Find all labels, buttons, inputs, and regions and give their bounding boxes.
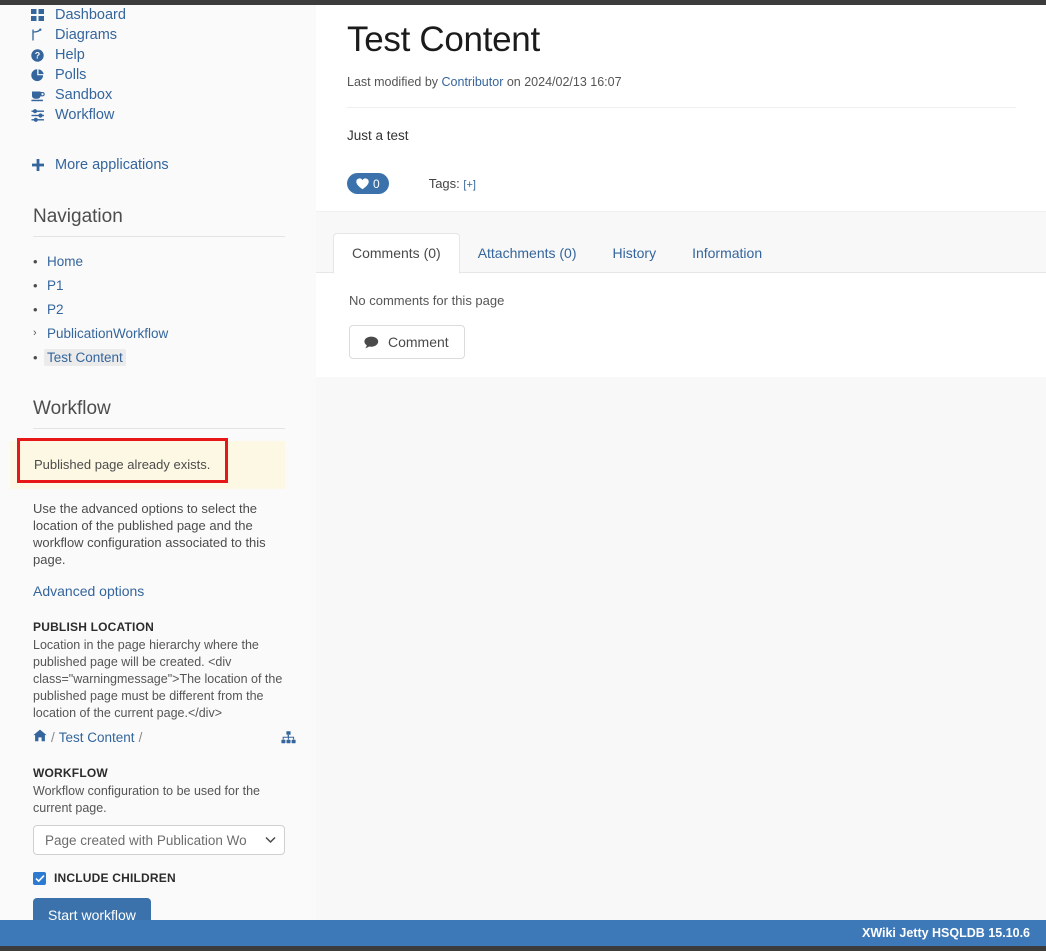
nav-item-home[interactable]: • Home <box>33 249 316 273</box>
main-content: Test Content Last modified by Contributo… <box>316 5 1046 920</box>
nav-item-label: Home <box>47 253 84 269</box>
add-tag-button[interactable]: [+] <box>463 179 476 191</box>
breadcrumb-separator: / <box>51 729 55 745</box>
sitemap-tree-icon[interactable] <box>281 730 296 744</box>
comment-button[interactable]: Comment <box>349 325 465 359</box>
navigation-panel: Navigation • Home • P1 • P2 › Publicatio… <box>0 206 316 369</box>
workflow-config-hint: Workflow configuration to be used for th… <box>33 784 260 815</box>
workflow-config-selected-value: Page created with Publication Wo <box>45 832 247 848</box>
like-button[interactable]: 0 <box>347 173 389 194</box>
workflow-panel: Workflow Published page already exists. … <box>0 398 316 932</box>
nav-item-p2[interactable]: • P2 <box>33 297 316 321</box>
document-metadata: Last modified by Contributor on 2024/02/… <box>347 75 1016 89</box>
comment-bubble-icon <box>364 336 379 349</box>
nav-item-publicationworkflow[interactable]: › PublicationWorkflow <box>33 321 316 345</box>
tab-information[interactable]: Information <box>674 234 780 273</box>
sidebar-item-more-applications[interactable]: More applications <box>0 155 316 175</box>
bullet-icon: • <box>33 277 38 293</box>
document-body: Just a test <box>347 128 409 143</box>
metadata-middle: on <box>506 75 521 89</box>
xwiki-page: Dashboard Diagrams ? Help Polls Sandbox … <box>0 0 1046 951</box>
question-circle-icon: ? <box>31 48 48 62</box>
include-children-row[interactable]: INCLUDE CHILDREN <box>0 855 316 885</box>
tab-history[interactable]: History <box>595 234 675 273</box>
publish-location-label: PUBLISH LOCATION <box>33 620 154 634</box>
sidebar-item-label: Workflow <box>55 107 115 123</box>
workflow-config-select[interactable]: Page created with Publication Wo <box>33 825 285 855</box>
nav-item-label: Test Content <box>44 348 126 366</box>
plus-icon <box>31 158 48 172</box>
footer-bar: XWiki Jetty HSQLDB 15.10.6 <box>0 920 1046 946</box>
breadcrumb[interactable]: / Test Content / <box>33 729 142 745</box>
publish-location-hint: Location in the page hierarchy where the… <box>33 638 283 720</box>
divider <box>33 428 285 429</box>
sidebar-item-sandbox[interactable]: Sandbox <box>0 85 316 105</box>
sidebar-item-dashboard[interactable]: Dashboard <box>0 5 316 25</box>
sidebar: Dashboard Diagrams ? Help Polls Sandbox … <box>0 5 316 932</box>
include-children-label: INCLUDE CHILDREN <box>54 871 176 885</box>
include-children-checkbox[interactable] <box>33 871 46 885</box>
bullet-icon: • <box>33 253 38 269</box>
sidebar-item-diagrams[interactable]: Diagrams <box>0 25 316 45</box>
navigation-tree: • Home • P1 • P2 › PublicationWorkflow • <box>0 237 316 369</box>
navigation-panel-title: Navigation <box>33 206 123 227</box>
breadcrumb-separator: / <box>138 729 143 745</box>
sidebar-item-label: Sandbox <box>55 87 113 103</box>
tab-comments[interactable]: Comments (0) <box>333 233 460 274</box>
comment-button-label: Comment <box>388 334 449 350</box>
chevron-down-icon <box>265 833 276 847</box>
sidebar-item-label: Help <box>55 47 85 63</box>
sidebar-item-polls[interactable]: Polls <box>0 65 316 85</box>
sidebar-item-help[interactable]: ? Help <box>0 45 316 65</box>
sidebar-item-label: Dashboard <box>55 7 126 23</box>
nav-item-label: P2 <box>47 301 64 317</box>
diagram-branch-icon <box>31 28 48 42</box>
tabs-bar: Comments (0) Attachments (0) History Inf… <box>316 229 1046 274</box>
heart-icon <box>356 177 369 190</box>
sidebar-item-workflow[interactable]: Workflow <box>0 105 316 125</box>
metadata-prefix: Last modified by <box>347 75 439 89</box>
comments-tab-content: No comments for this page Comment <box>316 273 1046 377</box>
footer-version-text: XWiki Jetty HSQLDB 15.10.6 <box>861 926 1030 940</box>
advanced-options-link[interactable]: Advanced options <box>0 568 316 599</box>
svg-text:?: ? <box>35 50 41 60</box>
nav-item-label: PublicationWorkflow <box>47 325 169 341</box>
nav-item-test-content[interactable]: • Test Content <box>33 345 316 369</box>
home-icon[interactable] <box>33 729 47 745</box>
coffee-cup-icon <box>31 88 48 102</box>
no-comments-text: No comments for this page <box>349 293 505 308</box>
nav-item-label: P1 <box>47 277 64 293</box>
sliders-icon <box>31 108 48 122</box>
bottom-bar <box>0 946 1046 951</box>
bullet-icon: • <box>33 349 38 365</box>
grid-icon <box>31 8 48 22</box>
nav-item-p1[interactable]: • P1 <box>33 273 316 297</box>
sidebar-item-label: More applications <box>55 157 169 173</box>
metadata-date: 2024/02/13 16:07 <box>524 75 622 89</box>
tags-area: Tags: [+] <box>429 176 476 191</box>
bullet-icon: • <box>33 301 38 317</box>
breadcrumb-item-test-content[interactable]: Test Content <box>59 730 135 745</box>
divider <box>347 107 1016 108</box>
sidebar-item-label: Polls <box>55 67 87 83</box>
workflow-warning-wrapper: Published page already exists. <box>10 438 285 489</box>
page-title: Test Content <box>347 20 540 59</box>
document-footer: 0 Tags: [+] <box>347 173 1016 194</box>
like-count: 0 <box>373 176 380 191</box>
document-panel: Test Content Last modified by Contributo… <box>316 5 1046 212</box>
pie-chart-icon <box>31 68 48 82</box>
warning-message: Published page already exists. <box>10 441 285 489</box>
workflow-config-label: WORKFLOW <box>33 766 108 780</box>
publish-location-row: / Test Content / <box>0 722 316 745</box>
tab-attachments[interactable]: Attachments (0) <box>460 234 595 273</box>
tags-label: Tags: <box>428 176 460 191</box>
metadata-author-link[interactable]: Contributor <box>442 75 504 89</box>
applications-menu: Dashboard Diagrams ? Help Polls Sandbox … <box>0 5 316 175</box>
workflow-description: Use the advanced options to select the l… <box>33 501 266 567</box>
workflow-panel-title: Workflow <box>33 398 111 419</box>
tabs-panel: Comments (0) Attachments (0) History Inf… <box>316 229 1046 377</box>
sidebar-item-label: Diagrams <box>55 27 118 43</box>
chevron-right-icon[interactable]: › <box>33 327 44 340</box>
